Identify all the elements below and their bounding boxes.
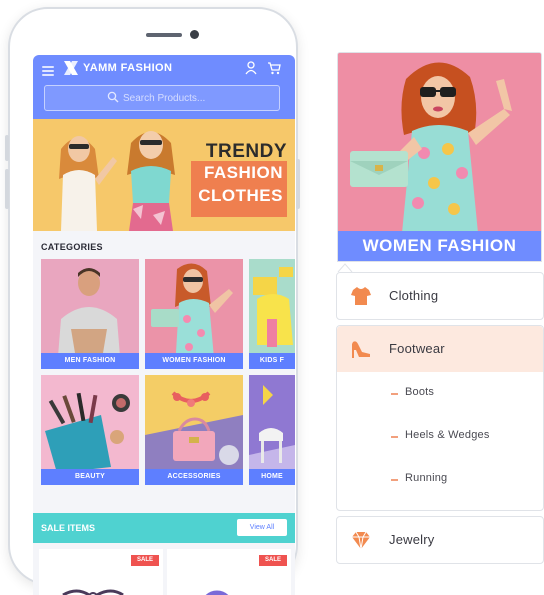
category-tile-accessories[interactable]: ACCESSORIES — [145, 375, 243, 485]
hamburger-menu-icon[interactable] — [42, 66, 54, 76]
category-tile-women-fashion[interactable]: WOMEN FASHION — [145, 259, 243, 369]
search-bar[interactable] — [44, 85, 280, 111]
logo-icon — [64, 61, 78, 75]
sunglasses-product-image — [62, 589, 124, 595]
categories-heading: CATEGORIES — [41, 242, 103, 252]
brand-name: YAMM FASHION — [83, 62, 173, 74]
view-all-button[interactable]: View All — [237, 519, 287, 536]
category-label: BEAUTY — [41, 469, 139, 485]
category-menu-label: Jewelry — [389, 532, 435, 547]
app-header: YAMM FASHION — [33, 55, 295, 119]
cart-icon[interactable] — [267, 61, 281, 75]
category-menu-item-clothing[interactable]: Clothing — [336, 272, 544, 320]
category-menu-item-footwear[interactable]: Footwear Boots Heels & Wedges Running — [336, 325, 544, 511]
women-fashion-model-image — [338, 53, 541, 233]
category-label: WOMEN FASHION — [145, 353, 243, 369]
search-icon — [107, 91, 119, 103]
phone-camera — [190, 30, 199, 39]
hero-title-fashion: FASHION — [203, 163, 283, 182]
category-menu-row-active: Footwear — [337, 326, 543, 372]
subcategory-heels-wedges[interactable]: Heels & Wedges — [337, 425, 543, 447]
featured-category-label: WOMEN FASHION — [338, 231, 541, 261]
subcategory-boots[interactable]: Boots — [337, 382, 543, 404]
subcategory-label: Running — [405, 472, 448, 484]
category-label: HOME — [249, 469, 295, 485]
category-tile-beauty[interactable]: BEAUTY — [41, 375, 139, 485]
category-menu-row: Jewelry — [337, 517, 543, 563]
category-menu-item-jewelry[interactable]: Jewelry — [336, 516, 544, 564]
dash-icon — [391, 436, 398, 438]
hero-title-clothes: CLOTHES — [198, 186, 283, 205]
dropdown-pointer — [337, 263, 353, 272]
shirt-icon — [351, 287, 371, 305]
subcategory-running[interactable]: Running — [337, 468, 543, 490]
category-menu-label: Footwear — [389, 341, 445, 356]
category-label: KIDS F — [249, 353, 295, 369]
dash-icon — [391, 393, 398, 395]
category-tile-home[interactable]: HOME — [249, 375, 295, 485]
category-label: ACCESSORIES — [145, 469, 243, 485]
sale-items-header: SALE ITEMS View All — [33, 513, 295, 543]
app-screen: YAMM FASHION Search Products... TRENDY F… — [33, 55, 295, 595]
phone-mockup: YAMM FASHION Search Products... TRENDY F… — [5, 7, 300, 595]
sale-product-card[interactable]: SALE — [167, 549, 291, 595]
subcategory-label: Heels & Wedges — [405, 429, 490, 441]
hero-banner[interactable]: TRENDY FASHION CLOTHES — [33, 119, 295, 231]
hero-title-block: FASHION CLOTHES — [191, 161, 287, 217]
featured-category-card[interactable]: WOMEN FASHION — [337, 52, 542, 262]
phone-volume-button — [5, 169, 9, 209]
search-input[interactable] — [123, 89, 263, 107]
hero-title-trendy: TRENDY — [205, 141, 287, 162]
category-tile-kids-fashion[interactable]: KIDS F — [249, 259, 295, 369]
watch-product-image — [205, 590, 229, 595]
phone-power-button — [296, 159, 300, 209]
sale-items-heading: SALE ITEMS — [41, 523, 96, 533]
user-icon[interactable] — [245, 61, 257, 75]
phone-volume-button — [5, 135, 9, 161]
heel-icon — [352, 341, 370, 358]
subcategory-label: Boots — [405, 386, 435, 398]
category-tile-men-fashion[interactable]: MEN FASHION — [41, 259, 139, 369]
phone-speaker — [146, 33, 182, 37]
gem-icon — [352, 531, 370, 550]
category-menu-label: Clothing — [389, 288, 439, 303]
sale-product-card[interactable]: SALE — [39, 549, 163, 595]
category-menu-row: Clothing — [337, 273, 543, 319]
dash-icon — [391, 479, 398, 481]
category-label: MEN FASHION — [41, 353, 139, 369]
